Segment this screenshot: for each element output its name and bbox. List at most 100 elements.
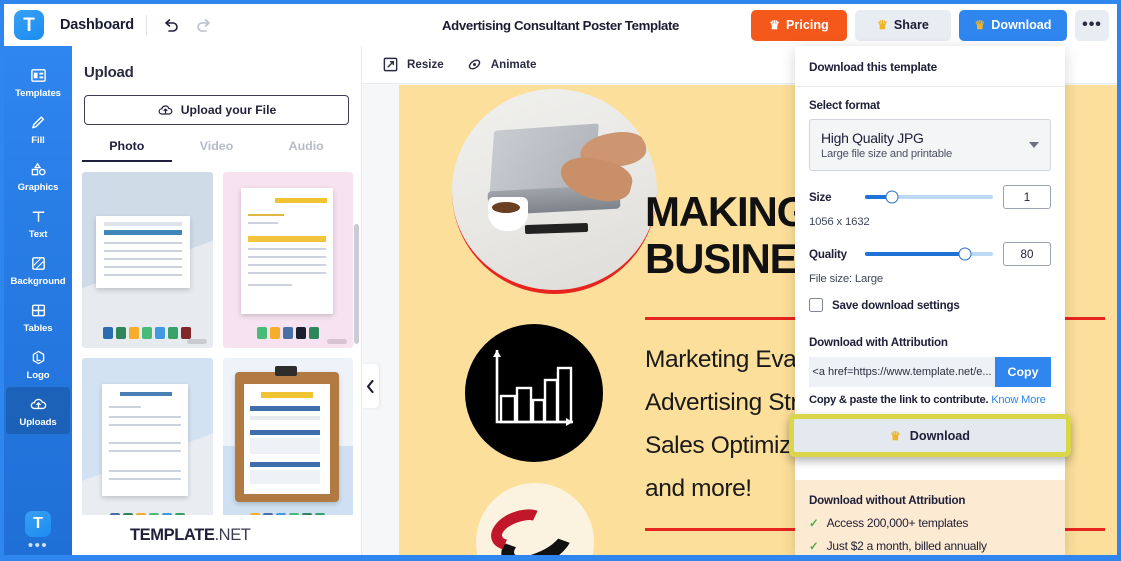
sidebar-mini-logo[interactable]: T <box>25 511 51 537</box>
quality-label: Quality <box>809 247 847 261</box>
perk-label: Access 200,000+ templates <box>826 516 969 530</box>
download-button-label: Download <box>991 18 1052 32</box>
file-size-note: File size: Large <box>809 273 884 285</box>
download-panel-heading: Download this template <box>795 46 1065 87</box>
copy-button[interactable]: Copy <box>995 357 1051 387</box>
attribution-note-text: Copy & paste the link to contribute. <box>809 394 989 406</box>
app-window: T Dashboard Advertising Consultant Poste… <box>0 0 1121 561</box>
list-item[interactable] <box>222 172 354 348</box>
sidebar-footer: T ••• <box>6 511 70 555</box>
poster-bullet: Advertising Str <box>645 389 799 417</box>
quality-value-input[interactable]: 80 <box>1003 242 1051 266</box>
panel-collapse-handle[interactable] <box>362 364 379 408</box>
sidebar-item-graphics[interactable]: Graphics <box>6 152 70 199</box>
shapes-icon <box>30 159 47 179</box>
sidebar-label: Tables <box>23 323 53 334</box>
coffee-cup <box>488 197 528 231</box>
know-more-link[interactable]: Know More <box>991 394 1046 406</box>
format-icons <box>223 327 354 339</box>
upload-panel-title: Upload <box>84 64 134 81</box>
tab-audio[interactable]: Audio <box>261 139 351 162</box>
chevron-left-icon <box>366 379 374 393</box>
bar-chart-icon <box>465 324 603 462</box>
sidebar-item-text[interactable]: Text <box>6 199 70 246</box>
tables-icon <box>30 300 47 320</box>
size-slider-knob[interactable] <box>885 190 899 204</box>
size-control-row: Size 1 <box>809 185 1051 209</box>
animate-label: Animate <box>490 58 537 71</box>
sidebar-item-uploads[interactable]: Uploads <box>6 387 70 434</box>
format-select[interactable]: High Quality JPG Large file size and pri… <box>809 119 1051 171</box>
thumbnail-badge <box>327 339 347 344</box>
sidebar-item-background[interactable]: Background <box>6 246 70 293</box>
sidebar-label: Templates <box>15 88 61 99</box>
poster-bullet: Marketing Eva <box>645 346 797 373</box>
sidebar-label: Graphics <box>17 182 59 193</box>
tab-photo[interactable]: Photo <box>82 139 172 162</box>
quality-slider-fill <box>865 252 965 256</box>
attribution-heading: Download with Attribution <box>809 336 948 349</box>
attribution-input[interactable]: <a href=https://www.template.net/e... <box>809 357 995 387</box>
undo-icon[interactable] <box>159 13 183 37</box>
list-item: ✓ Just $2 a month, billed annually <box>809 539 1051 553</box>
quality-slider[interactable] <box>865 247 993 261</box>
background-icon <box>30 253 47 273</box>
format-icons <box>82 327 213 339</box>
list-item[interactable] <box>222 358 353 534</box>
sidebar-more-icon[interactable]: ••• <box>28 538 48 553</box>
sidebar-item-logo[interactable]: Logo <box>6 340 70 387</box>
top-bar: T Dashboard Advertising Consultant Poste… <box>4 4 1117 46</box>
tab-video[interactable]: Video <box>172 139 262 162</box>
save-download-settings-checkbox[interactable]: Save download settings <box>809 298 1051 312</box>
pricing-button[interactable]: ♛ Pricing <box>751 9 847 41</box>
logo-icon <box>30 347 47 367</box>
upload-tabs: Photo Video Audio <box>82 139 351 162</box>
brand-name: TEMPLATE.NET <box>130 525 251 544</box>
select-format-label: Select format <box>809 99 880 112</box>
upload-your-file-button[interactable]: Upload your File <box>84 95 349 125</box>
thumbnail-preview <box>240 188 333 314</box>
dashboard-link[interactable]: Dashboard <box>60 17 134 33</box>
templates-icon <box>30 65 47 85</box>
attribution-row: <a href=https://www.template.net/e... Co… <box>809 357 1051 387</box>
poster-headline: MAKING BUSINE <box>645 188 809 283</box>
size-slider[interactable] <box>865 190 993 204</box>
headline-line-2: BUSINE <box>645 235 798 283</box>
quality-slider-knob[interactable] <box>958 247 972 261</box>
list-item[interactable] <box>82 172 213 348</box>
checkbox-box <box>809 298 823 312</box>
upload-panel: Upload Upload your File Photo Video Audi… <box>72 46 362 555</box>
quality-control-row: Quality 80 <box>809 242 1051 266</box>
sidebar-item-templates[interactable]: Templates <box>6 58 70 105</box>
crown-icon: ♛ <box>877 18 888 32</box>
sidebar-item-tables[interactable]: Tables <box>6 293 70 340</box>
attribution-note: Copy & paste the link to contribute. Kno… <box>809 394 1051 406</box>
download-panel-body: Select format High Quality JPG Large fil… <box>795 87 1065 406</box>
check-icon: ✓ <box>809 541 819 553</box>
share-button[interactable]: ♛ Share <box>855 9 951 41</box>
sidebar-label: Fill <box>31 135 45 146</box>
app-logo[interactable]: T <box>14 10 44 40</box>
sidebar-item-fill[interactable]: Fill <box>6 105 70 152</box>
thumbnail-preview <box>102 384 188 496</box>
resize-button[interactable]: Resize <box>382 56 444 73</box>
upload-panel-scrollbar[interactable] <box>354 224 359 344</box>
resize-label: Resize <box>407 58 444 71</box>
more-options-button[interactable]: ••• <box>1075 9 1109 41</box>
download-button[interactable]: ♛ Download <box>959 9 1067 41</box>
no-attribution-heading: Download without Attribution <box>809 494 966 507</box>
crown-icon: ♛ <box>769 18 781 32</box>
download-cta-label: Download <box>909 428 970 443</box>
animate-button[interactable]: Animate <box>466 56 537 73</box>
size-value-input[interactable]: 1 <box>1003 185 1051 209</box>
list-item: ✓ Access 200,000+ templates <box>809 516 1051 530</box>
download-cta-button[interactable]: ♛ Download <box>794 419 1066 452</box>
share-button-label: Share <box>893 18 929 32</box>
redo-icon[interactable] <box>192 13 216 37</box>
poster-bullets: Marketing Eva Advertising Str Sales Opti… <box>645 338 799 510</box>
list-item[interactable] <box>82 358 213 534</box>
size-label: Size <box>809 190 832 204</box>
thumbnail-badge <box>186 339 207 344</box>
format-selected-value: High Quality JPG <box>821 130 924 146</box>
text-icon <box>30 206 47 226</box>
